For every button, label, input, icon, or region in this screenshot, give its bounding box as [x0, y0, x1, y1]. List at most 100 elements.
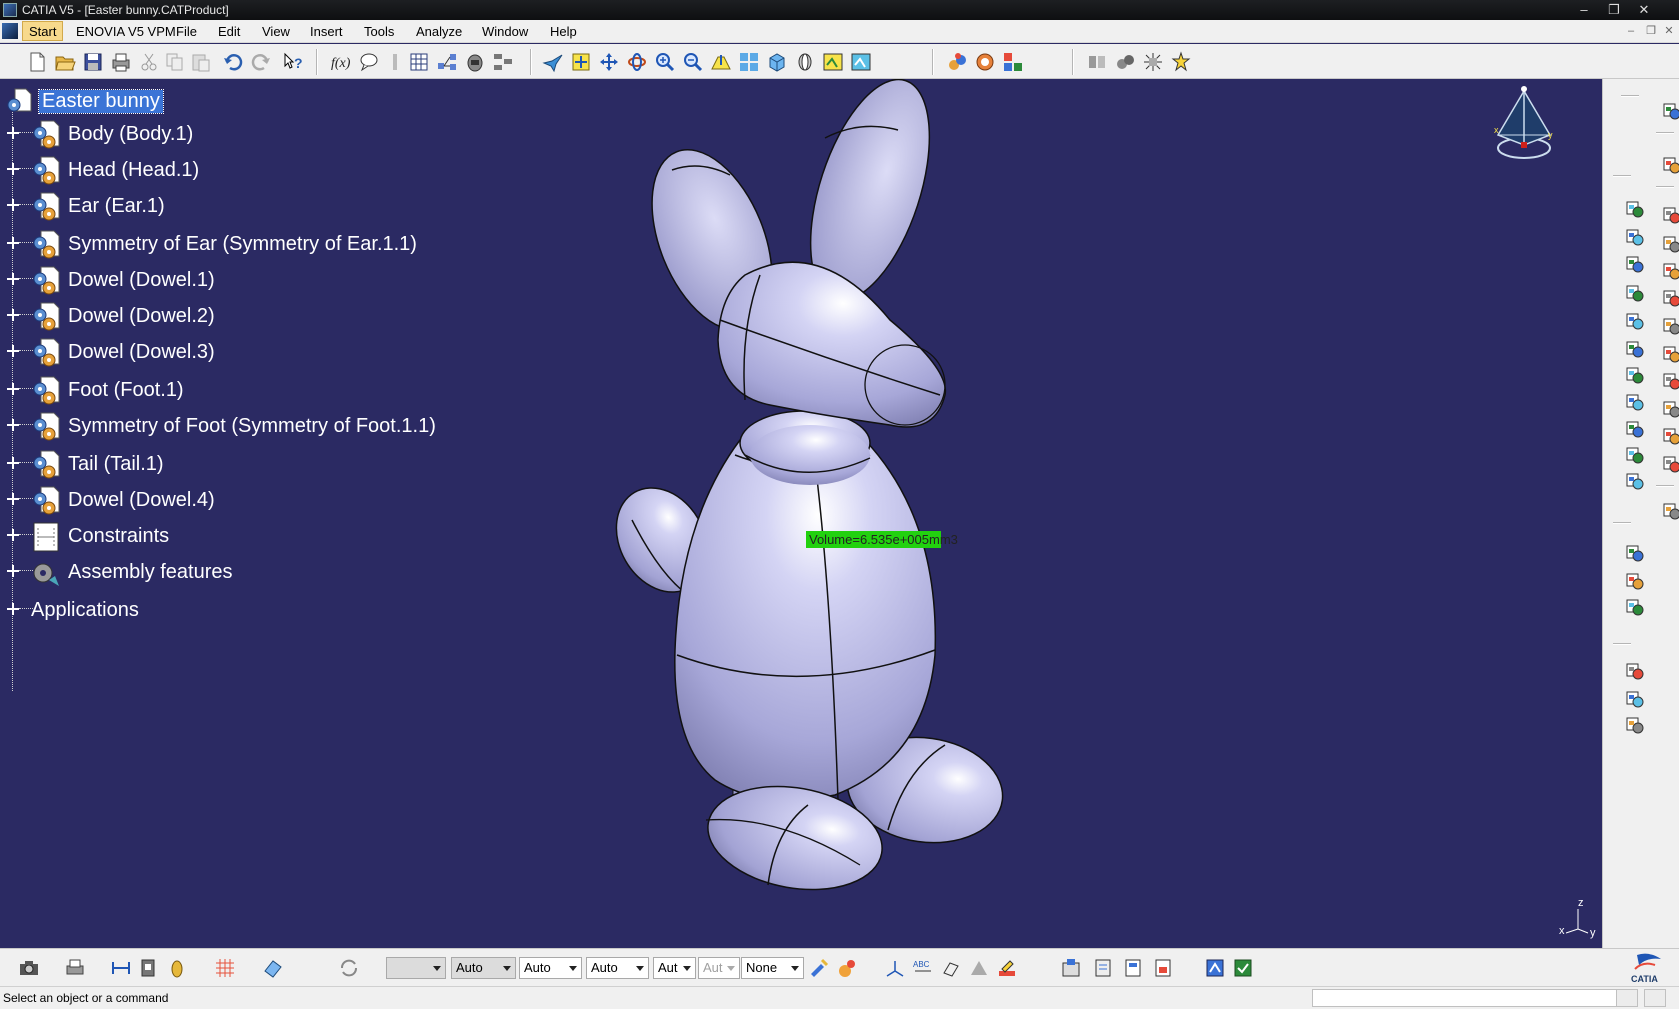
expand-plus-icon[interactable]: [7, 199, 19, 211]
component-new-icon[interactable]: [1624, 198, 1646, 220]
select-cursor-icon[interactable]: [1661, 154, 1679, 176]
offset-icon[interactable]: [1661, 315, 1679, 337]
tree-root-label[interactable]: Easter bunny: [38, 89, 164, 114]
measure-between-icon[interactable]: [110, 957, 132, 979]
gear-settings-icon[interactable]: [1661, 100, 1679, 122]
print-icon[interactable]: [64, 957, 86, 979]
explode-icon[interactable]: [1142, 51, 1164, 73]
undo-icon[interactable]: [222, 51, 244, 73]
close-window-button[interactable]: ✕: [1633, 1, 1655, 18]
existing-component-icon[interactable]: [1624, 253, 1646, 275]
update-constraint-icon[interactable]: [1661, 453, 1679, 475]
tree-item-label[interactable]: Dowel (Dowel.2): [68, 305, 215, 328]
component-icon[interactable]: [1152, 957, 1174, 979]
menu-file[interactable]: File: [176, 24, 197, 39]
whats-this-icon[interactable]: ?: [282, 51, 304, 73]
expand-plus-icon[interactable]: [7, 419, 19, 431]
expand-plus-icon[interactable]: [7, 273, 19, 285]
tree-item-label[interactable]: Ear (Ear.1): [68, 195, 165, 218]
comment-icon[interactable]: [358, 51, 380, 73]
expand-plus-icon[interactable]: [7, 163, 19, 175]
tree-item-label[interactable]: Applications: [31, 599, 139, 622]
contact-icon[interactable]: [1661, 287, 1679, 309]
menu-insert[interactable]: Insert: [310, 24, 343, 39]
flexible-subassembly-icon[interactable]: [1661, 425, 1679, 447]
menu-view[interactable]: View: [262, 24, 290, 39]
doc-restore-button[interactable]: ❐: [1642, 24, 1660, 39]
tree-item-label[interactable]: Constraints: [68, 525, 169, 548]
render-style-combo[interactable]: Aut: [653, 957, 696, 979]
tree-item-label[interactable]: Dowel (Dowel.1): [68, 269, 215, 292]
tree-item-label[interactable]: Head (Head.1): [68, 159, 199, 182]
reuse-pattern-icon[interactable]: [1624, 470, 1646, 492]
expand-plus-icon[interactable]: [7, 309, 19, 321]
sectioning-icon[interactable]: [1624, 570, 1646, 592]
expand-plus-icon[interactable]: [7, 529, 19, 541]
product-new-icon[interactable]: [1624, 226, 1646, 248]
split-feature-icon[interactable]: [1624, 660, 1646, 682]
redo-icon[interactable]: [250, 51, 272, 73]
axis-icon[interactable]: [884, 957, 906, 979]
new-icon[interactable]: [26, 51, 48, 73]
tree-item-label[interactable]: Assembly features: [68, 561, 233, 584]
bill-of-material-icon[interactable]: [1624, 364, 1646, 386]
menu-enovia[interactable]: ENOVIA V5 VPM: [76, 24, 176, 39]
table-view-icon[interactable]: [1122, 957, 1144, 979]
bunny-model[interactable]: [0, 79, 1602, 948]
expand-plus-icon[interactable]: [7, 603, 19, 615]
appearance-icon[interactable]: [1002, 51, 1024, 73]
minimize-window-button[interactable]: –: [1573, 1, 1595, 18]
constraint-fix-icon[interactable]: [1661, 204, 1679, 226]
clash-analysis-icon[interactable]: [1624, 542, 1646, 564]
save-icon[interactable]: [82, 51, 104, 73]
paste-icon[interactable]: [190, 51, 212, 73]
menu-start[interactable]: Start: [22, 21, 64, 41]
menu-help[interactable]: Help: [550, 24, 577, 39]
expand-plus-icon[interactable]: [7, 565, 19, 577]
fix-together-icon[interactable]: [1661, 370, 1679, 392]
iso-view-icon[interactable]: [766, 51, 788, 73]
catalog-icon[interactable]: [1092, 957, 1114, 979]
grid-icon[interactable]: [214, 957, 236, 979]
compare-icon[interactable]: [1204, 957, 1226, 979]
distance-analysis-icon[interactable]: [1624, 596, 1646, 618]
status-button-1[interactable]: [1616, 989, 1638, 1007]
menu-edit[interactable]: Edit: [218, 24, 240, 39]
volume-measure-label[interactable]: Volume=6.535e+005mm3: [806, 531, 958, 548]
tree-item-label[interactable]: Tail (Tail.1): [68, 453, 164, 476]
hide-show-icon[interactable]: [822, 51, 844, 73]
color-combo[interactable]: [386, 957, 446, 979]
zoom-out-icon[interactable]: [682, 51, 704, 73]
swap-visible-icon[interactable]: [850, 51, 872, 73]
status-button-2[interactable]: [1644, 989, 1666, 1007]
layer-combo[interactable]: Auto: [586, 957, 649, 979]
shading-icon[interactable]: [794, 51, 816, 73]
tree-item-label[interactable]: Body (Body.1): [68, 123, 193, 146]
manipulation-icon[interactable]: [1086, 51, 1108, 73]
menu-window[interactable]: Window: [482, 24, 528, 39]
formula-icon[interactable]: f(x): [330, 51, 352, 73]
select-more-icon[interactable]: [1661, 500, 1679, 522]
brush-icon[interactable]: [996, 957, 1018, 979]
knowledge-icon[interactable]: [384, 51, 406, 73]
text-icon[interactable]: ABC: [912, 957, 934, 979]
cut-icon[interactable]: [138, 51, 160, 73]
rotate-icon[interactable]: [626, 51, 648, 73]
tree-item-label[interactable]: Symmetry of Foot (Symmetry of Foot.1.1): [68, 415, 436, 438]
maximize-window-button[interactable]: ❐: [1603, 1, 1625, 18]
table-icon[interactable]: [408, 51, 430, 73]
sketch-icon[interactable]: [262, 957, 284, 979]
expand-plus-icon[interactable]: [7, 345, 19, 357]
camera-icon[interactable]: [18, 957, 40, 979]
product-scene-icon[interactable]: [1060, 957, 1082, 979]
update-icon[interactable]: [1232, 957, 1254, 979]
coincidence-icon[interactable]: [1661, 260, 1679, 282]
tree-item-label[interactable]: Dowel (Dowel.3): [68, 341, 215, 364]
pocket-feature-icon[interactable]: [1624, 714, 1646, 736]
manipulate-icon[interactable]: [1624, 391, 1646, 413]
graph-icon[interactable]: [436, 51, 458, 73]
compass-icon[interactable]: x y: [1488, 83, 1558, 167]
product-icon[interactable]: [492, 51, 514, 73]
open-icon[interactable]: [54, 51, 76, 73]
flag-note-icon[interactable]: [940, 957, 962, 979]
